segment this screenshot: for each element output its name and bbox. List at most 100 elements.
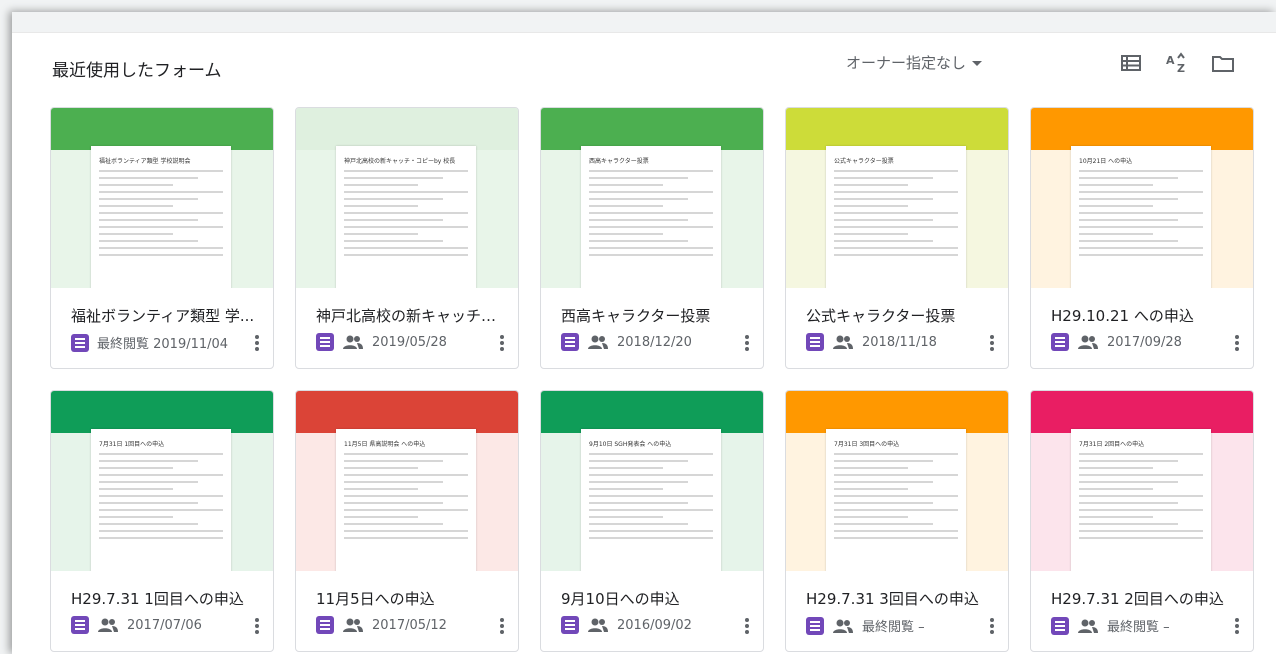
shared-people-icon: [833, 619, 853, 633]
form-card[interactable]: 7月31日 1回目への申込 H29.7.31 1回目への申込 2017/07/06: [50, 390, 274, 652]
form-meta: 2017/05/12: [316, 616, 447, 634]
form-thumbnail: 公式キャラクター投票: [786, 108, 1008, 288]
form-preview-line: [1079, 205, 1154, 207]
form-title: H29.7.31 3回目への申込: [806, 590, 979, 608]
form-preview-line: [1079, 198, 1179, 200]
drive-forms-panel: 最近使用したフォーム オーナー指定なし AZ 福祉ボランティア類型 学校説明会福…: [12, 12, 1276, 654]
form-preview-line: [834, 247, 958, 249]
forms-app-icon: [71, 616, 89, 634]
form-preview-line: [589, 516, 664, 518]
sort-az-icon[interactable]: AZ: [1164, 52, 1190, 74]
form-preview-line: [344, 481, 444, 483]
form-preview: 西高キャラクター投票: [581, 146, 721, 288]
form-preview-line: [589, 247, 713, 249]
form-preview-line: [834, 205, 909, 207]
more-vert-icon[interactable]: [255, 335, 259, 351]
form-preview-line: [834, 502, 934, 504]
more-vert-icon[interactable]: [500, 335, 504, 351]
view-toolbar: AZ: [1118, 52, 1236, 74]
form-preview-line: [589, 226, 713, 228]
form-preview-line: [344, 495, 468, 497]
form-card[interactable]: 11月5日 県高説明会 への申込 11月5日への申込 2017/05/12: [295, 390, 519, 652]
form-card[interactable]: 西高キャラクター投票 西高キャラクター投票 2018/12/20: [540, 107, 764, 369]
form-preview-line: [589, 467, 664, 469]
form-theme-band: [296, 108, 518, 150]
form-preview: 福祉ボランティア類型 学校説明会: [91, 146, 231, 288]
form-card[interactable]: 10月21日 への申込 H29.10.21 への申込 2017/09/28: [1030, 107, 1254, 369]
shared-people-icon: [1078, 619, 1098, 633]
form-preview-title: 福祉ボランティア類型 学校説明会: [99, 158, 191, 165]
form-preview-line: [834, 226, 958, 228]
form-card[interactable]: 7月31日 2回目への申込 H29.7.31 2回目への申込 最終閲覧 –: [1030, 390, 1254, 652]
form-preview-line: [589, 184, 664, 186]
more-vert-icon[interactable]: [1235, 618, 1239, 634]
form-thumbnail: 7月31日 3回目への申込: [786, 391, 1008, 571]
top-bar: [12, 12, 1276, 33]
form-preview-line: [589, 170, 713, 172]
more-vert-icon[interactable]: [745, 335, 749, 351]
form-preview-line: [1079, 488, 1154, 490]
form-title: H29.7.31 1回目への申込: [71, 590, 244, 608]
more-vert-icon[interactable]: [255, 618, 259, 634]
form-card[interactable]: 神戸北高校の新キャッチ・コピーby 校長 神戸北高校の新キャッチ・... 2019/…: [295, 107, 519, 369]
form-preview-line: [344, 170, 468, 172]
form-theme-band: [1031, 391, 1253, 433]
form-preview-line: [589, 212, 713, 214]
form-theme-band: [296, 391, 518, 433]
form-thumbnail: 7月31日 1回目への申込: [51, 391, 273, 571]
form-preview-line: [1079, 184, 1154, 186]
form-preview: 7月31日 2回目への申込: [1071, 429, 1211, 571]
form-theme-band: [1031, 108, 1253, 150]
form-meta: 2018/11/18: [806, 333, 937, 351]
more-vert-icon[interactable]: [990, 618, 994, 634]
form-thumbnail: 9月10日 SGH発表会 への申込: [541, 391, 763, 571]
section-title: 最近使用したフォーム: [52, 61, 222, 81]
form-card[interactable]: 9月10日 SGH発表会 への申込 9月10日への申込 2016/09/02: [540, 390, 764, 652]
form-meta: 最終閲覧 –: [806, 616, 925, 635]
more-vert-icon[interactable]: [990, 335, 994, 351]
form-preview-line: [344, 523, 444, 525]
form-meta: 2019/05/28: [316, 333, 447, 351]
form-preview-line: [834, 170, 958, 172]
form-title: 西高キャラクター投票: [561, 307, 711, 325]
form-last-opened: 最終閲覧 2019/11/04: [97, 337, 229, 352]
more-vert-icon[interactable]: [745, 618, 749, 634]
form-preview-line: [344, 467, 419, 469]
form-preview-line: [344, 205, 419, 207]
form-preview-line: [1079, 509, 1203, 511]
form-preview-line: [99, 488, 174, 490]
form-preview-line: [589, 530, 713, 532]
form-preview-line: [1079, 516, 1154, 518]
more-vert-icon[interactable]: [500, 618, 504, 634]
form-meta: 2018/12/20: [561, 333, 692, 351]
form-preview-line: [589, 495, 713, 497]
form-preview-line: [99, 191, 223, 193]
more-vert-icon[interactable]: [1235, 335, 1239, 351]
form-preview-line: [834, 537, 958, 539]
form-card[interactable]: 公式キャラクター投票 公式キャラクター投票 2018/11/18: [785, 107, 1009, 369]
form-preview-line: [1079, 495, 1203, 497]
form-preview-line: [344, 219, 444, 221]
form-preview-line: [344, 509, 468, 511]
form-preview-line: [99, 226, 223, 228]
list-view-icon[interactable]: [1118, 52, 1144, 74]
form-card[interactable]: 7月31日 3回目への申込 H29.7.31 3回目への申込 最終閲覧 –: [785, 390, 1009, 652]
form-preview-line: [1079, 177, 1179, 179]
form-preview-title: 11月5日 県高説明会 への申込: [344, 441, 426, 448]
owner-filter-dropdown[interactable]: オーナー指定なし: [846, 52, 983, 73]
folder-icon[interactable]: [1210, 52, 1236, 74]
form-preview-line: [589, 460, 689, 462]
form-preview-line: [344, 240, 444, 242]
form-preview-line: [344, 184, 419, 186]
form-preview-line: [344, 198, 444, 200]
form-preview-line: [344, 460, 444, 462]
form-meta: 2017/09/28: [1051, 333, 1182, 351]
form-preview-line: [99, 474, 223, 476]
form-preview-line: [99, 247, 223, 249]
form-card[interactable]: 福祉ボランティア類型 学校説明会 福祉ボランティア類型 学... 最終閲覧 2019…: [50, 107, 274, 369]
form-preview: 公式キャラクター投票: [826, 146, 966, 288]
form-preview-line: [1079, 247, 1203, 249]
form-preview-line: [344, 502, 444, 504]
form-last-opened: 2016/09/02: [617, 617, 692, 633]
form-preview-line: [589, 502, 689, 504]
